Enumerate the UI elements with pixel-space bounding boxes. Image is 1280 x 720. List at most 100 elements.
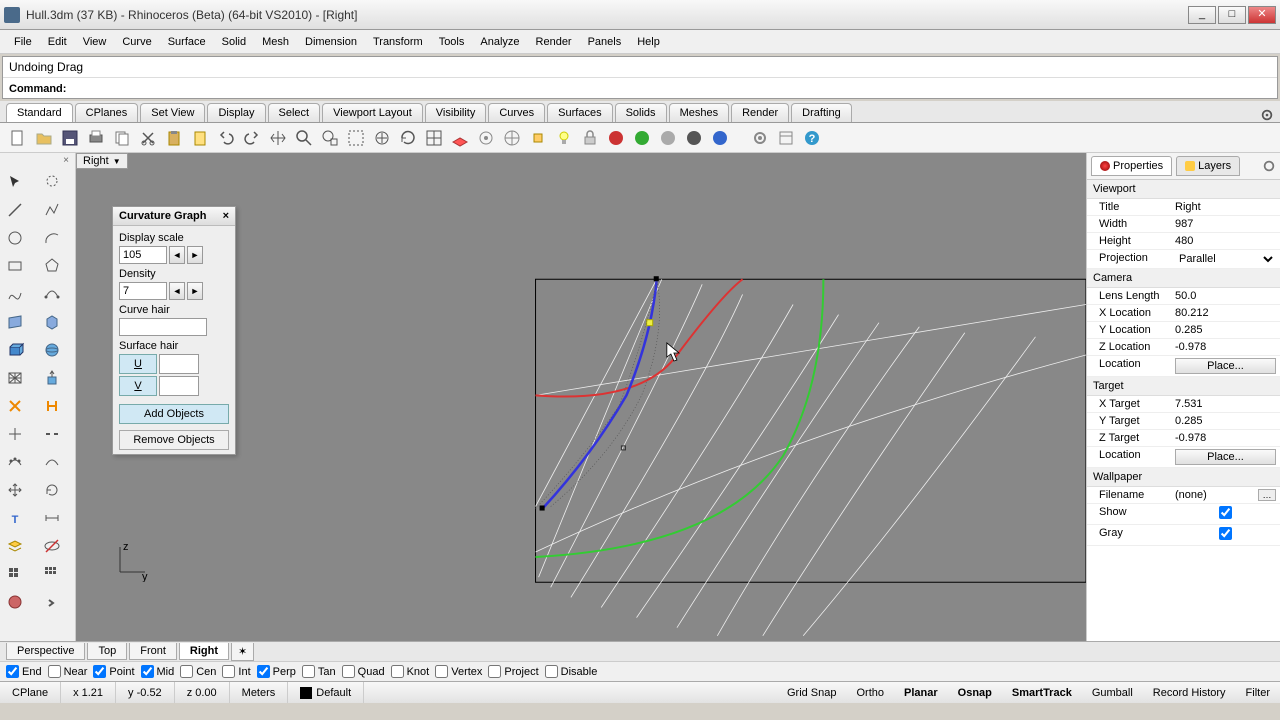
minimize-button[interactable]: _	[1188, 6, 1216, 24]
shade-red-icon[interactable]	[604, 126, 628, 150]
u-swatch[interactable]	[159, 354, 199, 374]
menu-tools[interactable]: Tools	[431, 33, 473, 51]
mesh-icon[interactable]	[2, 365, 28, 391]
sphere-icon[interactable]	[39, 337, 65, 363]
v-swatch[interactable]	[159, 376, 199, 396]
u-button[interactable]: U	[119, 354, 157, 374]
grid1-icon[interactable]	[2, 561, 28, 587]
zoom-window-icon[interactable]	[344, 126, 368, 150]
prop-zloc[interactable]: -0.978	[1171, 339, 1280, 355]
place-target-button[interactable]: Place...	[1175, 449, 1276, 465]
join-icon[interactable]	[39, 393, 65, 419]
osnap-quad[interactable]: Quad	[342, 665, 385, 678]
curve-hair-swatch[interactable]	[119, 318, 207, 336]
rotate-view-icon[interactable]	[396, 126, 420, 150]
help-icon[interactable]: ?	[800, 126, 824, 150]
display-scale-input[interactable]	[119, 246, 167, 264]
toggle-planar[interactable]: Planar	[894, 682, 948, 703]
grid2-icon[interactable]	[39, 561, 65, 587]
scale-decrease-button[interactable]: ◄	[169, 246, 185, 264]
trim-icon[interactable]	[2, 421, 28, 447]
prop-ytarget[interactable]: 0.285	[1171, 413, 1280, 429]
toggle-gridsnap[interactable]: Grid Snap	[777, 682, 847, 703]
vptab-right[interactable]: Right	[179, 643, 229, 660]
lock-icon[interactable]	[578, 126, 602, 150]
menu-view[interactable]: View	[75, 33, 115, 51]
osnap-mid[interactable]: Mid	[141, 665, 175, 678]
explode-icon[interactable]	[2, 393, 28, 419]
print-icon[interactable]	[84, 126, 108, 150]
prop-projection[interactable]: Parallel	[1171, 250, 1280, 268]
vptab-front[interactable]: Front	[129, 643, 177, 660]
osnap-perp[interactable]: Perp	[257, 665, 296, 678]
tab-curves[interactable]: Curves	[488, 103, 545, 122]
menu-solid[interactable]: Solid	[214, 33, 254, 51]
text-icon[interactable]: T	[2, 505, 28, 531]
points-off-icon[interactable]	[39, 449, 65, 475]
four-view-icon[interactable]	[422, 126, 446, 150]
tab-properties[interactable]: Properties	[1091, 156, 1172, 176]
menu-transform[interactable]: Transform	[365, 33, 431, 51]
place-camera-button[interactable]: Place...	[1175, 358, 1276, 374]
hide-icon[interactable]	[39, 533, 65, 559]
tab-standard[interactable]: Standard	[6, 103, 73, 122]
tab-display[interactable]: Display	[207, 103, 265, 122]
vptab-add-icon[interactable]: ✶	[231, 643, 254, 661]
menu-mesh[interactable]: Mesh	[254, 33, 297, 51]
tab-solids[interactable]: Solids	[615, 103, 667, 122]
shade-green-icon[interactable]	[630, 126, 654, 150]
gray-checkbox[interactable]	[1175, 527, 1276, 540]
dim-icon[interactable]	[39, 505, 65, 531]
shade-dark-icon[interactable]	[682, 126, 706, 150]
new-file-icon[interactable]	[6, 126, 30, 150]
points-on-icon[interactable]	[2, 449, 28, 475]
status-units[interactable]: Meters	[230, 682, 289, 703]
box-icon[interactable]	[2, 337, 28, 363]
prop-lens[interactable]: 50.0	[1171, 288, 1280, 304]
toggle-ortho[interactable]: Ortho	[847, 682, 895, 703]
prop-filename[interactable]: (none)…	[1171, 487, 1280, 503]
polygon-icon[interactable]	[39, 253, 65, 279]
prop-xloc[interactable]: 80.212	[1171, 305, 1280, 321]
toggle-smarttrack[interactable]: SmartTrack	[1002, 682, 1082, 703]
menu-edit[interactable]: Edit	[40, 33, 75, 51]
density-increase-button[interactable]: ►	[187, 282, 203, 300]
scale-increase-button[interactable]: ►	[187, 246, 203, 264]
rotate-icon[interactable]	[39, 477, 65, 503]
zoom-selected-icon[interactable]	[370, 126, 394, 150]
arc-icon[interactable]	[39, 225, 65, 251]
set-view-icon[interactable]	[500, 126, 524, 150]
menu-curve[interactable]: Curve	[114, 33, 159, 51]
osnap-project[interactable]: Project	[488, 665, 538, 678]
clipboard-icon[interactable]	[188, 126, 212, 150]
tab-visibility[interactable]: Visibility	[425, 103, 487, 122]
vptab-top[interactable]: Top	[87, 643, 127, 660]
tab-cplanes[interactable]: CPlanes	[75, 103, 139, 122]
command-prompt[interactable]: Command:	[3, 77, 1277, 98]
rectangle-icon[interactable]	[2, 253, 28, 279]
density-decrease-button[interactable]: ◄	[169, 282, 185, 300]
cplane-icon[interactable]	[448, 126, 472, 150]
prop-height[interactable]: 480	[1171, 233, 1280, 249]
show-checkbox[interactable]	[1175, 506, 1276, 519]
copy-icon[interactable]	[110, 126, 134, 150]
pan-icon[interactable]	[266, 126, 290, 150]
v-button[interactable]: V	[119, 376, 157, 396]
light-icon[interactable]	[552, 126, 576, 150]
snap-icon[interactable]	[526, 126, 550, 150]
toggle-gumball[interactable]: Gumball	[1082, 682, 1143, 703]
line-icon[interactable]	[2, 197, 28, 223]
open-file-icon[interactable]	[32, 126, 56, 150]
menu-dimension[interactable]: Dimension	[297, 33, 365, 51]
gear-icon[interactable]	[1260, 108, 1274, 122]
shade-gray-icon[interactable]	[656, 126, 680, 150]
named-view-icon[interactable]	[474, 126, 498, 150]
circle-icon[interactable]	[2, 225, 28, 251]
layer-icon[interactable]	[2, 533, 28, 559]
shade-blue-icon[interactable]	[708, 126, 732, 150]
toggle-record[interactable]: Record History	[1143, 682, 1236, 703]
lasso-icon[interactable]	[39, 169, 65, 195]
more-tools-icon[interactable]	[39, 589, 65, 615]
osnap-near[interactable]: Near	[48, 665, 88, 678]
menu-analyze[interactable]: Analyze	[472, 33, 527, 51]
